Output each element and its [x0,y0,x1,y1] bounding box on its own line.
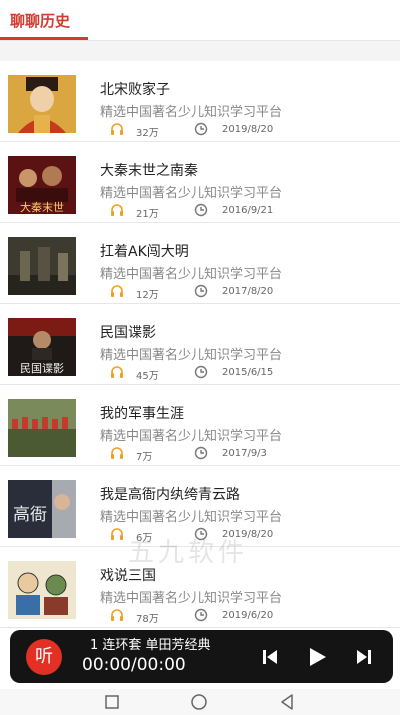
play-icon[interactable] [305,645,329,669]
album-subtitle: 精选中国著名少儿知识学习平台 [100,510,283,525]
cover-label: 高衙 [13,505,47,525]
list-item[interactable]: 民国谍影 民国谍影 精选中国著名少儿知识学习平台 45万 2015/6/15 [0,304,400,385]
clock-icon [194,122,208,136]
album-cover [8,75,76,133]
album-cover: 高衙 [8,480,76,538]
next-icon[interactable] [354,647,374,667]
album-subtitle: 精选中国著名少儿知识学习平台 [100,591,283,606]
album-cover [8,561,76,619]
publish-date: 2017/8/20 [222,286,274,297]
album-title: 北宋败家子 [100,82,170,98]
player-logo[interactable]: 听 [26,639,62,675]
album-subtitle: 精选中国著名少儿知识学习平台 [100,186,283,201]
play-count: 12万 [136,290,159,301]
album-title: 民国谍影 [100,325,156,341]
publish-date: 2015/6/15 [222,367,274,378]
back-icon[interactable] [278,693,296,711]
album-cover [8,399,76,457]
list-item[interactable]: 扛着AK闯大明 精选中国著名少儿知识学习平台 12万 2017/8/20 [0,223,400,304]
publish-date: 2016/9/21 [222,205,274,216]
previous-icon[interactable] [260,647,280,667]
publish-date: 2017/9/3 [222,448,267,459]
clock-icon [194,203,208,217]
album-subtitle: 精选中国著名少儿知识学习平台 [100,429,283,444]
album-meta: 32万 2019/8/20 [110,122,390,139]
home-icon[interactable] [190,693,208,711]
album-cover: 大秦末世 [8,156,76,214]
publish-date: 2019/8/20 [222,124,274,135]
playback-time: 00:00/00:00 [82,655,186,675]
album-subtitle: 精选中国著名少儿知识学习平台 [100,105,283,120]
album-cover: 民国谍影 [8,318,76,376]
tab-bar: 聊聊历史 [0,0,400,40]
album-meta: 7万 2017/9/3 [110,446,390,463]
album-meta: 45万 2015/6/15 [110,365,390,382]
recent-apps-icon[interactable] [104,694,120,710]
system-nav-bar [0,689,400,715]
play-count: 78万 [136,614,159,625]
album-meta: 78万 2019/6/20 [110,608,390,625]
album-title: 我是高衙内纨绔青云路 [100,487,240,503]
play-count: 45万 [136,371,159,382]
cover-label: 民国谍影 [20,362,64,375]
album-meta: 12万 2017/8/20 [110,284,390,301]
list-item[interactable]: 北宋败家子 精选中国著名少儿知识学习平台 32万 2019/8/20 [0,61,400,142]
watermark: 五九软件 [128,538,249,568]
headphone-icon [111,366,123,378]
clock-icon [194,365,208,379]
cover-label: 大秦末世 [20,200,64,214]
now-playing-title: 1 连环套 单田芳经典 [90,638,211,653]
headphone-icon [111,447,123,459]
publish-date: 2019/6/20 [222,610,274,621]
list-item[interactable]: 大秦末世 大秦末世之南秦 精选中国著名少儿知识学习平台 21万 2016/9/2… [0,142,400,223]
headphone-icon [111,123,123,135]
spacer [0,41,400,61]
album-subtitle: 精选中国著名少儿知识学习平台 [100,267,283,282]
album-title: 扛着AK闯大明 [100,244,189,260]
headphone-icon [111,204,123,216]
tab-chat-history[interactable]: 聊聊历史 [10,10,70,31]
headphone-icon [111,285,123,297]
album-subtitle: 精选中国著名少儿知识学习平台 [100,348,283,363]
album-title: 大秦末世之南秦 [100,163,198,179]
list-item[interactable]: 我的军事生涯 精选中国著名少儿知识学习平台 7万 2017/9/3 [0,385,400,466]
album-meta: 21万 2016/9/21 [110,203,390,220]
album-cover [8,237,76,295]
headphone-icon [111,528,123,540]
clock-icon [194,608,208,622]
play-count: 21万 [136,209,159,220]
clock-icon [194,446,208,460]
headphone-icon [111,609,123,621]
play-count: 7万 [136,452,153,463]
mini-player[interactable]: 听 1 连环套 单田芳经典 00:00/00:00 [10,630,393,683]
album-title: 我的军事生涯 [100,406,184,422]
clock-icon [194,284,208,298]
play-count: 32万 [136,128,159,139]
